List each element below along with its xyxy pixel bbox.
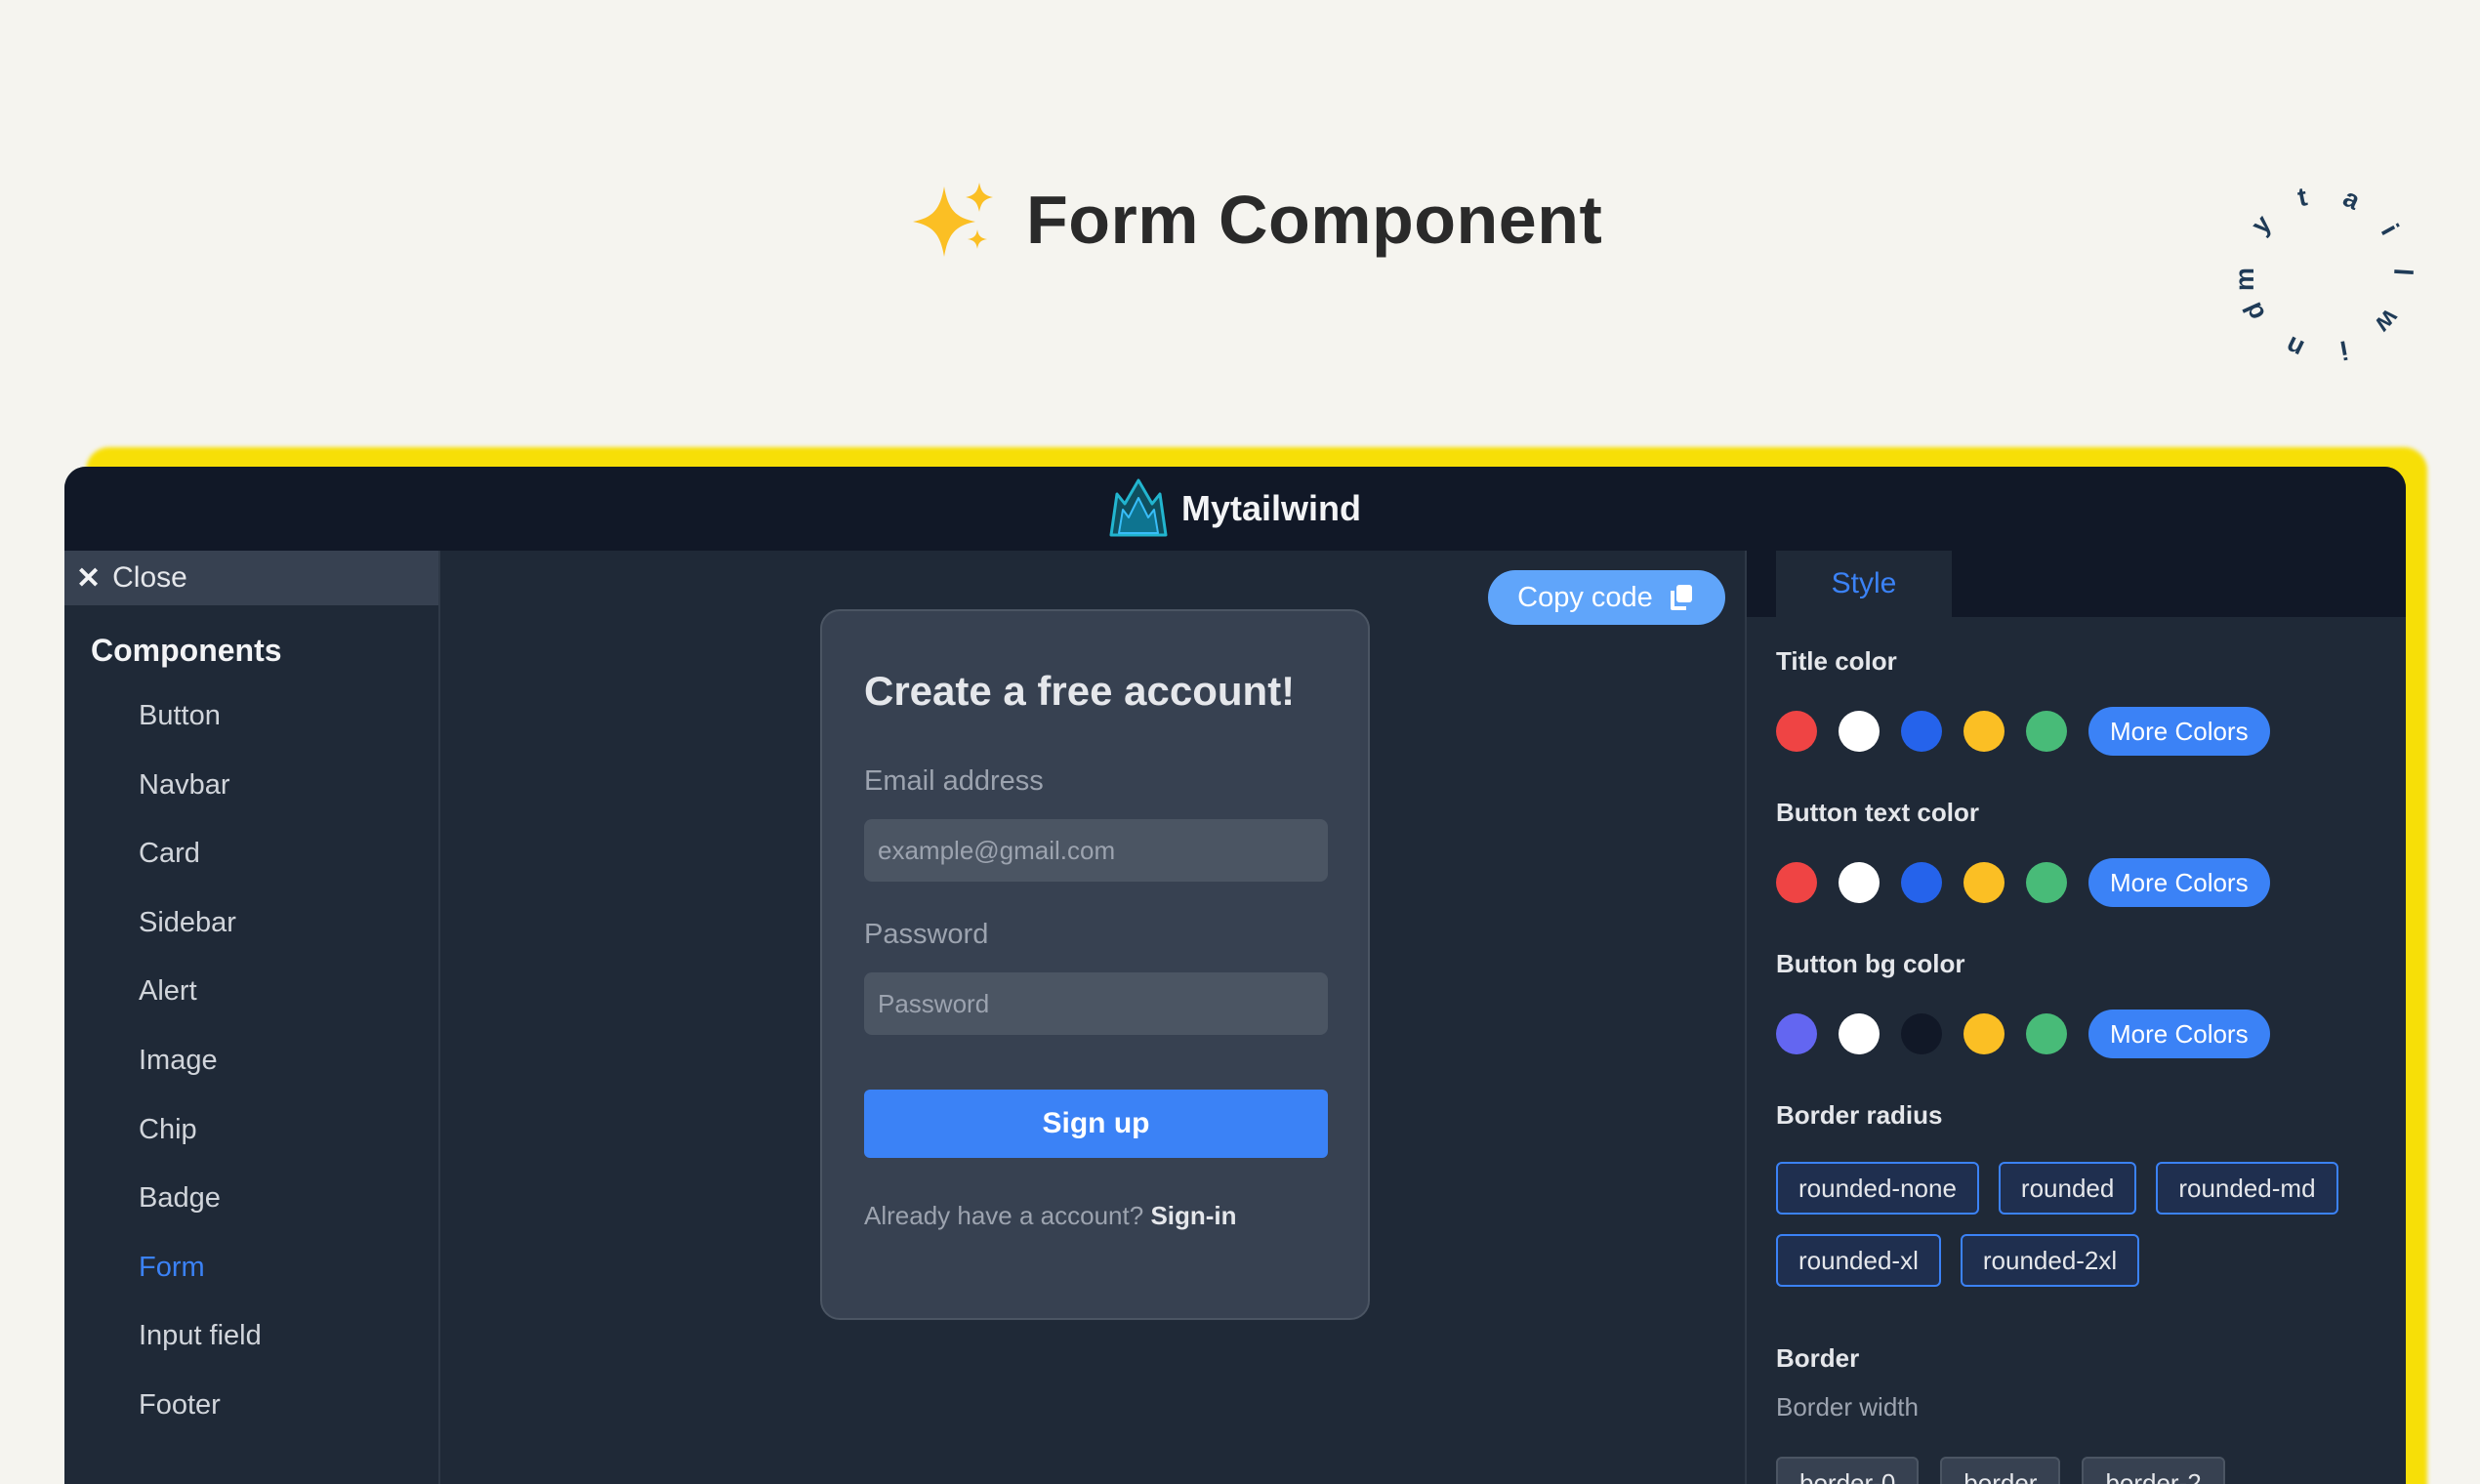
sidebar-item-button[interactable]: Button	[64, 698, 438, 767]
border-radius-label: Border radius	[1776, 1100, 1943, 1130]
sidebar-item-navbar[interactable]: Navbar	[64, 767, 438, 837]
components-sidebar: ✕ Close Components Button Navbar Card Si…	[64, 551, 440, 1484]
sign-in-link[interactable]: Sign-in	[1150, 1201, 1236, 1230]
brand-name: Mytailwind	[1180, 488, 1361, 528]
button-bg-color-label: Button bg color	[1776, 949, 1965, 978]
copy-code-label: Copy code	[1517, 581, 1653, 613]
password-input[interactable]	[864, 972, 1328, 1035]
sidebar-item-image[interactable]: Image	[64, 1043, 438, 1112]
color-swatch-green[interactable]	[2026, 1013, 2067, 1054]
copy-icon	[1670, 585, 1692, 610]
hero-title-group: Form Component	[913, 181, 1602, 259]
border-option-border-0[interactable]: border-0	[1776, 1457, 1920, 1484]
sidebar-item-card[interactable]: Card	[64, 836, 438, 905]
color-swatch-red[interactable]	[1776, 711, 1817, 752]
color-swatch-indigo[interactable]	[1776, 1013, 1817, 1054]
hero-section: Form Component m y t a i l w i n d . x y…	[0, 0, 2480, 449]
sparkles-icon	[913, 183, 993, 257]
border-option-border[interactable]: border	[1940, 1457, 2061, 1484]
copy-code-button[interactable]: Copy code	[1488, 570, 1725, 625]
signup-form-card: Create a free account! Email address Pas…	[820, 609, 1370, 1320]
color-swatch-blue[interactable]	[1901, 862, 1942, 903]
radius-option-rounded[interactable]: rounded	[1998, 1162, 2137, 1215]
sidebar-item-badge[interactable]: Badge	[64, 1180, 438, 1250]
sidebar-item-footer[interactable]: Footer	[64, 1387, 438, 1457]
page-title: Form Component	[1026, 182, 1603, 258]
preview-area: Copy code Create a free account! Email a…	[440, 551, 1745, 1484]
mytailwind-xyz-logo[interactable]: m y t a i l w i n d . x y z	[2231, 181, 2417, 366]
close-icon: ✕	[76, 561, 102, 595]
sign-up-button[interactable]: Sign up	[864, 1090, 1328, 1158]
email-label: Email address	[864, 765, 1044, 797]
tab-style[interactable]: Style	[1776, 551, 1952, 617]
color-swatch-white[interactable]	[1839, 711, 1880, 752]
email-input[interactable]	[864, 819, 1328, 882]
color-swatch-green[interactable]	[2026, 711, 2067, 752]
title-more-colors-button[interactable]: More Colors	[2088, 707, 2270, 756]
panel-tabs: Style	[1747, 551, 2406, 617]
color-swatch-green[interactable]	[2026, 862, 2067, 903]
password-label: Password	[864, 919, 989, 950]
radius-option-rounded-none[interactable]: rounded-none	[1776, 1162, 1979, 1215]
color-swatch-yellow[interactable]	[1963, 862, 2005, 903]
color-swatch-white[interactable]	[1839, 862, 1880, 903]
color-swatch-dark[interactable]	[1901, 1013, 1942, 1054]
border-radius-options-row1: rounded-none rounded rounded-md	[1776, 1162, 2338, 1215]
radius-option-rounded-2xl[interactable]: rounded-2xl	[1960, 1234, 2140, 1287]
close-label: Close	[112, 561, 187, 594]
border-width-options: border-0 border border-2	[1776, 1457, 2225, 1484]
border-label: Border	[1776, 1343, 1860, 1373]
radius-option-rounded-xl[interactable]: rounded-xl	[1776, 1234, 1941, 1287]
button-bg-color-swatches: More Colors	[1776, 1010, 2270, 1058]
color-swatch-yellow[interactable]	[1963, 1013, 2005, 1054]
button-text-color-label: Button text color	[1776, 798, 1979, 827]
close-sidebar-button[interactable]: ✕ Close	[64, 551, 438, 605]
color-swatch-blue[interactable]	[1901, 711, 1942, 752]
color-swatch-white[interactable]	[1839, 1013, 1880, 1054]
border-option-border-2[interactable]: border-2	[2082, 1457, 2225, 1484]
app-window: Mytailwind ✕ Close Components Button Nav…	[64, 467, 2406, 1484]
radius-option-rounded-md[interactable]: rounded-md	[2156, 1162, 2338, 1215]
color-swatch-yellow[interactable]	[1963, 711, 2005, 752]
button-text-more-colors-button[interactable]: More Colors	[2088, 858, 2270, 907]
signin-prompt: Already have a account? Sign-in	[864, 1201, 1326, 1231]
border-radius-options-row2: rounded-xl rounded-2xl	[1776, 1234, 2140, 1287]
button-text-color-swatches: More Colors	[1776, 858, 2270, 907]
sidebar-item-alert[interactable]: Alert	[64, 973, 438, 1043]
title-color-swatches: More Colors	[1776, 707, 2270, 756]
app-navbar: Mytailwind	[64, 467, 2406, 551]
sidebar-item-input-field[interactable]: Input field	[64, 1318, 438, 1387]
mytailwind-logo-icon	[1109, 478, 1168, 537]
components-nav: Button Navbar Card Sidebar Alert Image C…	[64, 698, 438, 1457]
sidebar-item-form[interactable]: Form	[64, 1250, 438, 1319]
title-color-label: Title color	[1776, 646, 1897, 676]
border-width-label: Border width	[1776, 1392, 1919, 1422]
color-swatch-red[interactable]	[1776, 862, 1817, 903]
sidebar-item-sidebar[interactable]: Sidebar	[64, 905, 438, 974]
sidebar-item-chip[interactable]: Chip	[64, 1112, 438, 1181]
sidebar-heading: Components	[91, 633, 282, 668]
style-panel: Style Title color More Colors Button tex…	[1745, 551, 2406, 1484]
form-title: Create a free account!	[864, 668, 1296, 714]
svg-text:m y t a i l w i n d . x y z: m y t a i l w i n d . x y z	[2231, 181, 2417, 366]
already-text: Already have a account?	[864, 1201, 1144, 1230]
button-bg-more-colors-button[interactable]: More Colors	[2088, 1010, 2270, 1058]
